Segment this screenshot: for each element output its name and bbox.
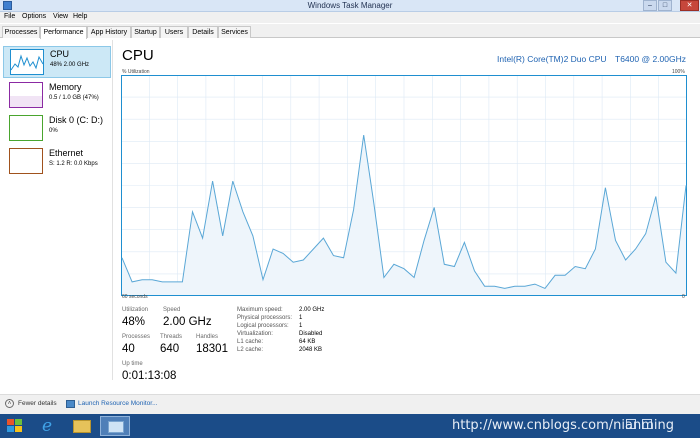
spec-value: 1: [299, 315, 303, 321]
sidebar-disk-value: 0%: [49, 128, 58, 134]
spec-value: 1: [299, 323, 303, 329]
tab-strip: Processes Performance App History Startu…: [0, 24, 700, 39]
minimize-button[interactable]: –: [643, 0, 657, 11]
menu-bar: File Options View Help: [0, 12, 700, 23]
tab-app-history[interactable]: App History: [87, 26, 131, 38]
uptime-label: Up time: [122, 361, 143, 367]
sidebar-ethernet-value: S: 1.2 R: 0.0 Kbps: [49, 161, 98, 167]
sidebar-cpu-value: 48% 2.00 GHz: [50, 62, 90, 68]
internet-explorer-icon: e: [42, 416, 53, 436]
footer-bar: ˄ Fewer details Launch Resource Monitor.…: [0, 394, 700, 414]
tab-details[interactable]: Details: [188, 26, 218, 38]
sidebar-memory-name: Memory: [49, 82, 82, 92]
tab-processes[interactable]: Processes: [2, 26, 40, 38]
threads-value: 640: [160, 343, 180, 355]
menu-options[interactable]: Options: [22, 13, 46, 20]
file-explorer-taskbar-button[interactable]: [68, 416, 98, 436]
uptime-value: 0:01:13:08: [122, 370, 177, 382]
close-button[interactable]: ✕: [680, 0, 699, 11]
resource-monitor-icon: [66, 400, 75, 408]
tab-services[interactable]: Services: [218, 26, 251, 38]
page-title: CPU: [122, 47, 154, 64]
sidebar-ethernet-name: Ethernet: [49, 148, 84, 158]
maximize-button[interactable]: □: [658, 0, 672, 11]
spec-value: Disabled: [299, 331, 323, 337]
time-span-label: 60 seconds: [122, 294, 148, 300]
handles-value: 18301: [196, 343, 228, 355]
spec-label: L1 cache:: [237, 339, 264, 345]
sidebar-item-disk[interactable]: Disk 0 (C: D:) 0%: [3, 113, 111, 145]
axis-zero-label: 0: [682, 294, 685, 300]
spec-label: Maximum speed:: [237, 307, 283, 313]
utilization-value: 48%: [122, 316, 146, 328]
sidebar-item-cpu[interactable]: CPU 48% 2.00 GHz: [3, 46, 111, 78]
sidebar-item-memory[interactable]: Memory 0.5 / 1.0 GB (47%): [3, 80, 111, 112]
spec-label: L2 cache:: [237, 347, 264, 353]
menu-file[interactable]: File: [4, 13, 15, 20]
speed-label: Speed: [163, 307, 181, 313]
spec-label: Logical processors:: [237, 323, 289, 329]
window-title: Windows Task Manager: [307, 1, 393, 10]
speed-value: 2.00 GHz: [163, 316, 212, 328]
sidebar-memory-value: 0.5 / 1.0 GB (47%): [49, 95, 99, 101]
utilization-label: Utilization: [122, 307, 149, 313]
cpu-utilization-graph: [121, 75, 687, 296]
disk-thumbnail-graph: [9, 115, 43, 141]
cpu-model-speed: T6400 @ 2.00GHz: [615, 54, 686, 64]
windows-logo-icon: [7, 419, 22, 432]
cpu-thumbnail-graph: [10, 49, 44, 75]
spec-label: Physical processors:: [237, 315, 293, 321]
menu-help[interactable]: Help: [73, 13, 87, 20]
ethernet-thumbnail-graph: [9, 148, 43, 174]
spec-value: 64 KB: [299, 339, 316, 345]
tab-users[interactable]: Users: [160, 26, 188, 38]
sidebar-cpu-name: CPU: [50, 49, 70, 59]
sidebar-disk-name: Disk 0 (C: D:): [49, 115, 103, 125]
sidebar-item-ethernet[interactable]: Ethernet S: 1.2 R: 0.0 Kbps: [3, 146, 111, 178]
start-button[interactable]: [4, 416, 34, 436]
memory-thumbnail-graph: [9, 82, 43, 108]
spec-value: 2048 KB: [299, 347, 323, 353]
fewer-details-link[interactable]: Fewer details: [18, 400, 57, 407]
internet-explorer-taskbar-button[interactable]: e: [36, 416, 66, 436]
handles-label: Handles: [196, 334, 219, 340]
watermark: http://www.cnblogs.com/nianming: [452, 418, 674, 433]
resource-sidebar: CPU 48% 2.00 GHz Memory 0.5 / 1.0 GB (47…: [0, 40, 113, 380]
threads-label: Threads: [160, 334, 183, 340]
launch-resource-monitor-link[interactable]: Launch Resource Monitor...: [78, 400, 158, 407]
tab-startup[interactable]: Startup: [131, 26, 160, 38]
menu-view[interactable]: View: [53, 13, 68, 20]
folder-icon: [73, 420, 91, 433]
title-bar: Windows Task Manager – □ ✕: [0, 0, 700, 12]
chevron-up-icon[interactable]: ˄: [5, 399, 14, 408]
task-manager-taskbar-button[interactable]: [100, 416, 130, 436]
spec-value: 2.00 GHz: [299, 307, 325, 313]
processes-value: 40: [122, 343, 135, 355]
spec-label: Virtualization:: [237, 331, 273, 337]
processes-label: Processes: [122, 334, 151, 340]
tab-performance[interactable]: Performance: [40, 26, 87, 39]
task-manager-icon: [108, 421, 124, 433]
cpu-model-name: Intel(R) Core(TM)2 Duo CPU: [497, 54, 607, 64]
